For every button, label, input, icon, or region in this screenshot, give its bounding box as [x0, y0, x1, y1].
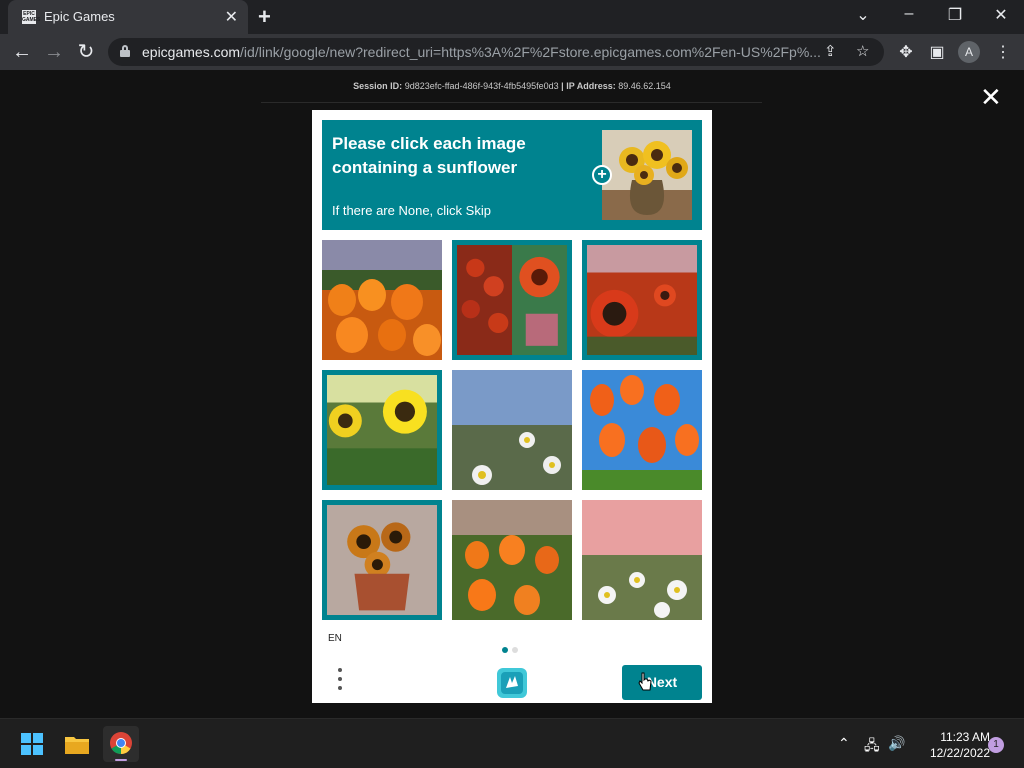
grid-tile[interactable] — [452, 500, 572, 620]
next-button[interactable]: Next — [622, 665, 702, 700]
grid-tile[interactable] — [452, 370, 572, 490]
clock[interactable]: 11:23 AM 12/22/2022 — [910, 729, 990, 761]
captcha-challenge: Please click each image containing a sun… — [312, 110, 712, 703]
lock-icon[interactable] — [120, 45, 130, 57]
prompt-subtext: If there are None, click Skip — [332, 203, 491, 218]
window-close-icon[interactable]: ✕ — [986, 5, 1016, 25]
menu-dots-icon[interactable] — [334, 668, 346, 698]
grid-tile-selected[interactable] — [322, 370, 442, 490]
divider — [261, 102, 762, 103]
grid-tile-selected[interactable] — [452, 240, 572, 360]
hand-cursor-icon — [638, 672, 652, 692]
tab-strip: EPIC GAMES Epic Games ✕ + ⌄ – ❐ ✕ — [0, 0, 1024, 34]
url-text[interactable]: epicgames.com/id/link/google/new?redirec… — [142, 44, 821, 60]
tab-title: Epic Games — [44, 9, 115, 24]
side-panel-icon[interactable]: ▣ — [926, 42, 948, 62]
close-icon[interactable]: ✕ — [980, 84, 1002, 110]
restore-icon[interactable]: ❐ — [940, 5, 970, 25]
star-icon[interactable]: ☆ — [856, 42, 869, 60]
tab-close-icon[interactable]: ✕ — [225, 7, 238, 27]
reload-icon[interactable]: ↻ — [74, 40, 98, 64]
share-icon[interactable]: ⇪ — [824, 42, 837, 60]
language-selector[interactable]: EN — [328, 633, 342, 644]
browser-toolbar: ← → ↻ epicgames.com/id/link/google/new?r… — [0, 34, 1024, 70]
profile-avatar[interactable]: A — [958, 41, 980, 63]
tab-search-icon[interactable]: ⌄ — [848, 5, 878, 25]
grid-tile[interactable] — [582, 500, 702, 620]
chrome-icon[interactable] — [103, 726, 139, 762]
page-content: Session ID: 9d823efc-ffad-486f-943f-4fb5… — [0, 70, 1024, 718]
tray-chevron-icon[interactable]: ⌃ — [838, 735, 850, 752]
captcha-prompt: Please click each image containing a sun… — [322, 120, 702, 230]
kebab-menu-icon[interactable]: ⋮ — [992, 42, 1014, 62]
grid-tile[interactable] — [582, 370, 702, 490]
grid-tile-selected[interactable] — [582, 240, 702, 360]
session-info: Session ID: 9d823efc-ffad-486f-943f-4fb5… — [353, 81, 671, 91]
notification-badge[interactable]: 1 — [988, 737, 1004, 753]
prompt-text: Please click each image containing a sun… — [332, 134, 526, 177]
page-indicator — [502, 640, 522, 658]
volume-icon[interactable]: 🔊 — [888, 735, 905, 752]
example-image[interactable] — [602, 130, 692, 220]
file-explorer-icon[interactable] — [59, 726, 95, 762]
hcaptcha-logo-icon — [495, 666, 529, 700]
add-icon[interactable]: + — [592, 165, 612, 185]
address-bar[interactable]: epicgames.com/id/link/google/new?redirec… — [108, 38, 884, 66]
windows-start-icon[interactable] — [14, 726, 50, 762]
new-tab-icon[interactable]: + — [258, 4, 271, 30]
forward-icon[interactable]: → — [42, 40, 66, 64]
network-icon[interactable]: 🖧 — [864, 735, 880, 759]
tab-epic-games[interactable]: EPIC GAMES Epic Games ✕ — [8, 0, 248, 34]
extensions-icon[interactable]: ✥ — [895, 42, 917, 62]
taskbar: ⌃ 🖧 🔊 11:23 AM 12/22/2022 1 — [0, 718, 1024, 768]
image-grid — [322, 240, 702, 620]
minimize-icon[interactable]: – — [894, 5, 924, 23]
back-icon[interactable]: ← — [10, 40, 34, 64]
grid-tile-selected[interactable] — [322, 500, 442, 620]
epic-games-favicon: EPIC GAMES — [22, 10, 41, 24]
grid-tile[interactable] — [322, 240, 442, 360]
